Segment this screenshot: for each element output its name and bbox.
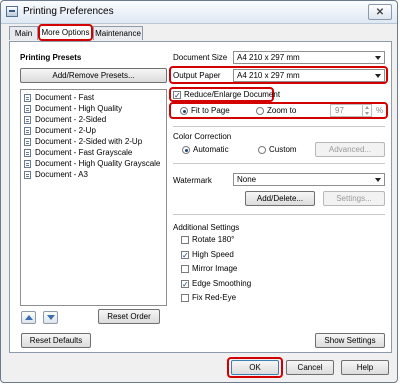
custom-label: Custom — [269, 145, 297, 154]
automatic-label: Automatic — [193, 145, 229, 154]
edge-smoothing-label: Edge Smoothing — [192, 279, 252, 288]
chevron-down-icon — [375, 74, 381, 78]
advanced-button[interactable]: Advanced... — [315, 142, 385, 157]
more-options-panel: Printing Presets Add/Remove Presets... D… — [9, 41, 392, 353]
printing-presets-heading: Printing Presets — [20, 53, 82, 62]
tab-more-options[interactable]: More Options — [38, 24, 93, 41]
reduce-enlarge-checkbox[interactable]: ✓ — [173, 91, 181, 100]
fix-red-eye-label: Fix Red-Eye — [192, 293, 237, 302]
high-speed-checkbox[interactable]: ✓ — [181, 251, 189, 260]
mirror-image-checkbox[interactable] — [181, 265, 189, 273]
spin-up-icon — [365, 106, 369, 109]
divider — [173, 163, 385, 164]
custom-radio[interactable] — [258, 146, 266, 154]
reset-order-button[interactable]: Reset Order — [98, 309, 160, 324]
document-icon — [24, 116, 31, 124]
tab-main[interactable]: Main — [9, 26, 38, 40]
watermark-label: Watermark — [173, 176, 212, 185]
printing-preferences-window: Printing Preferences ✕ Main More Options… — [0, 0, 398, 383]
reduce-enlarge-label: Reduce/Enlarge Document — [184, 90, 281, 99]
high-speed-label: High Speed — [192, 250, 234, 259]
move-up-button[interactable] — [21, 311, 36, 324]
chevron-down-icon — [375, 56, 381, 60]
title-bar: Printing Preferences ✕ — [1, 1, 397, 24]
document-icon — [24, 171, 31, 179]
document-icon — [24, 138, 31, 146]
output-paper-label: Output Paper — [173, 71, 221, 80]
move-down-button[interactable] — [43, 311, 58, 324]
cancel-button[interactable]: Cancel — [286, 360, 334, 375]
watermark-select[interactable]: None — [233, 173, 385, 186]
document-icon — [24, 94, 31, 102]
color-correction-heading: Color Correction — [173, 132, 232, 141]
zoom-spinner[interactable] — [362, 104, 371, 117]
rotate-180-checkbox[interactable] — [181, 236, 189, 244]
automatic-radio[interactable] — [182, 146, 190, 154]
add-remove-presets-button[interactable]: Add/Remove Presets... — [20, 68, 167, 83]
zoom-unit: % — [376, 106, 384, 115]
show-settings-button[interactable]: Show Settings — [315, 333, 385, 348]
additional-settings-heading: Additional Settings — [173, 223, 240, 232]
close-button[interactable]: ✕ — [368, 4, 392, 20]
mirror-image-label: Mirror Image — [192, 264, 238, 273]
ok-button[interactable]: OK — [231, 360, 279, 375]
watermark-settings-button[interactable]: Settings... — [323, 191, 385, 206]
document-icon — [24, 149, 31, 157]
rotate-180-label: Rotate 180° — [192, 235, 235, 244]
fit-to-page-label: Fit to Page — [191, 106, 230, 115]
reset-defaults-button[interactable]: Reset Defaults — [21, 333, 91, 348]
fix-red-eye-checkbox[interactable] — [181, 294, 189, 302]
document-icon — [24, 160, 31, 168]
zoom-to-label: Zoom to — [267, 106, 297, 115]
watermark-value: None — [237, 175, 257, 184]
arrow-down-icon — [47, 315, 55, 320]
divider — [173, 126, 385, 127]
document-size-select[interactable]: A4 210 x 297 mm — [233, 51, 385, 64]
printer-icon — [6, 6, 18, 17]
divider — [173, 214, 385, 215]
window-title: Printing Preferences — [23, 6, 114, 17]
help-button[interactable]: Help — [341, 360, 389, 375]
zoom-value: 97 — [335, 106, 344, 115]
zoom-to-radio[interactable] — [256, 107, 264, 115]
document-icon — [24, 127, 31, 135]
document-size-value: A4 210 x 297 mm — [237, 53, 300, 62]
fit-to-page-radio[interactable] — [180, 107, 188, 115]
zoom-input[interactable]: 97 — [330, 104, 372, 117]
arrow-up-icon — [25, 315, 33, 320]
spin-down-icon — [365, 112, 369, 115]
add-delete-watermark-button[interactable]: Add/Delete... — [245, 191, 315, 206]
presets-list[interactable]: Document - Fast Document - High Quality … — [20, 89, 167, 306]
document-icon — [24, 105, 31, 113]
output-paper-value: A4 210 x 297 mm — [237, 71, 300, 80]
chevron-down-icon — [375, 178, 381, 182]
output-paper-select[interactable]: A4 210 x 297 mm — [233, 69, 385, 82]
edge-smoothing-checkbox[interactable]: ✓ — [181, 280, 189, 289]
tab-maintenance[interactable]: Maintenance — [93, 26, 143, 40]
document-size-label: Document Size — [173, 53, 228, 62]
